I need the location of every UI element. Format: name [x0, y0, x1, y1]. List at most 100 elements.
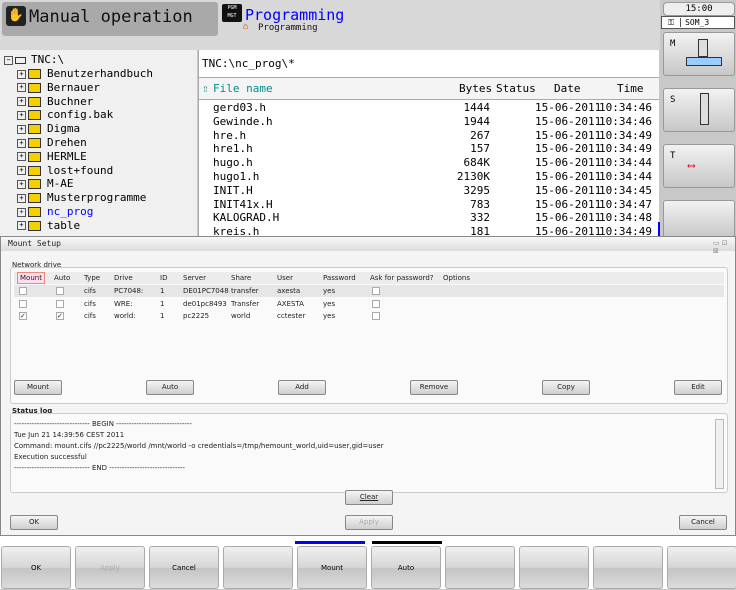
col-header[interactable]: Auto [54, 274, 70, 282]
apply-button[interactable]: Apply [345, 515, 393, 530]
file-cell: 783 [470, 197, 490, 211]
drive-row[interactable]: cifs PC7048: 1 DE01PC7048 transfer axesta yes [14, 285, 724, 297]
remove-button[interactable]: Remove [410, 380, 458, 395]
status-log-group: ------------------------------ BEGIN ---… [10, 413, 728, 493]
side-panel: 15:00 ⚿ SOM_3 M S T ⟷ [660, 0, 736, 238]
softkey-empty[interactable] [593, 546, 663, 589]
tool-change-icon: ⟷ [688, 159, 695, 172]
file-row[interactable]: hugo1.h 2130K 15-06-2011 10:34:44 [199, 170, 659, 184]
mount-checkbox[interactable]: ✓ [19, 312, 27, 320]
folder-icon [28, 69, 41, 79]
auto-button[interactable]: Auto [146, 380, 194, 395]
drive-cell: WRE: [114, 299, 133, 308]
drive-table-header: Mount Auto Type Drive ID Server Share User Passw… [14, 272, 724, 284]
col-header[interactable]: Type [84, 274, 100, 282]
cancel-button[interactable]: Cancel [679, 515, 727, 530]
col-header[interactable]: Ask for password? [370, 274, 434, 282]
tree-folder[interactable]: + Digma [17, 122, 80, 136]
softkey-cancel[interactable]: Cancel [149, 546, 219, 589]
file-cell: 10:34:44 [599, 170, 652, 183]
softkey-empty[interactable] [667, 546, 736, 589]
softkey-ok[interactable]: OK [1, 546, 71, 589]
mode-manual-operation[interactable]: ✋ Manual operation [2, 2, 218, 36]
tree-folder[interactable]: + config.bak [17, 108, 113, 122]
dialog-title: Mount Setup [1, 237, 735, 251]
ok-button[interactable]: OK [10, 515, 58, 530]
col-header[interactable]: Options [443, 274, 470, 282]
softkey-mount[interactable]: Mount [297, 546, 367, 589]
drive-row[interactable]: cifs WRE: 1 de01pc8493 Transfer AXESTA yes [14, 298, 724, 310]
col-header[interactable]: ID [160, 274, 167, 282]
drive-cell: PC7048: [114, 287, 144, 295]
folder-icon [28, 124, 41, 135]
col-time[interactable]: Time [617, 82, 644, 95]
mount-checkbox[interactable] [19, 299, 27, 308]
softkey-t[interactable]: T ⟷ [663, 144, 735, 188]
file-row[interactable]: hre1.h 157 15-06-2011 10:34:49 [199, 142, 659, 156]
sort-up-arrow-icon[interactable]: ⇧ [202, 82, 209, 95]
softkey-empty[interactable] [445, 546, 515, 589]
mount-setup-dialog: Mount Setup ▭ ⊡ ⊠ Network drive Mount Aut… [0, 236, 736, 536]
share-cell: world [231, 312, 251, 320]
col-header[interactable]: Mount [17, 272, 45, 284]
tree-folder[interactable]: + HERMLE [17, 150, 87, 164]
file-cell: 10:34:49 [599, 128, 652, 142]
ask-checkbox[interactable] [372, 299, 380, 308]
file-row[interactable]: KALOGRAD.H 332 15-06-2011 10:34:48 [199, 211, 659, 225]
file-cell: 15-06-2011 [535, 142, 602, 156]
auto-checkbox[interactable]: ✓ [56, 312, 64, 320]
add-button[interactable]: Add [278, 380, 326, 395]
softkey-empty[interactable] [663, 200, 735, 238]
drive-row[interactable]: ✓ ✓ cifs world: 1 pc2225 world cctester yes [14, 310, 724, 322]
auto-checkbox[interactable] [56, 299, 64, 308]
col-header[interactable]: Drive [114, 274, 133, 282]
mount-button[interactable]: Mount [14, 380, 62, 395]
id-cell: 1 [160, 312, 165, 320]
user-field[interactable]: ⚿ SOM_3 [661, 16, 735, 29]
mount-checkbox[interactable] [19, 287, 27, 295]
clear-button[interactable]: Clear [345, 490, 393, 505]
tree-folder[interactable]: + Benutzerhandbuch [17, 67, 153, 81]
col-header[interactable]: Share [231, 274, 251, 282]
tree-folder[interactable]: + lost+found [17, 164, 113, 178]
col-header[interactable]: Password [323, 274, 356, 282]
softkey-apply[interactable]: Apply [75, 546, 145, 589]
tree-root[interactable]: − TNC:\ [4, 53, 64, 67]
tree-folder[interactable]: + M-AE [17, 177, 74, 191]
file-row[interactable]: hugo.h 684K 15-06-2011 10:34:44 [199, 156, 659, 170]
tree-folder[interactable]: + Buchner [17, 95, 93, 109]
file-row[interactable]: Gewinde.h 1944 15-06-2011 10:34:46 [199, 115, 659, 129]
col-status[interactable]: Status [496, 82, 536, 95]
ask-checkbox[interactable] [372, 287, 380, 295]
softkey-empty[interactable] [519, 546, 589, 589]
file-row[interactable]: hre.h 267 15-06-2011 10:34:49 [199, 129, 659, 143]
tree-folder[interactable]: + nc_prog [17, 205, 93, 219]
file-row[interactable]: gerd03.h 1444 15-06-2011 10:34:46 [199, 101, 659, 115]
softkey-m[interactable]: M [663, 32, 735, 76]
copy-button[interactable]: Copy [542, 380, 590, 395]
log-line: Execution successful [14, 453, 87, 461]
softkey-auto[interactable]: Auto [371, 546, 441, 589]
softkey-s[interactable]: S [663, 88, 735, 132]
softkey-empty[interactable] [223, 546, 293, 589]
file-row[interactable]: INIT.H 3295 15-06-2011 10:34:45 [199, 184, 659, 198]
file-row[interactable]: INIT41x.H 783 15-06-2011 10:34:47 [199, 198, 659, 212]
auto-checkbox[interactable] [56, 287, 64, 295]
window-controls-icon[interactable]: ▭ ⊡ ⊠ [713, 239, 735, 255]
id-cell: 1 [160, 299, 165, 308]
col-date[interactable]: Date [554, 82, 581, 95]
tree-folder[interactable]: + Drehen [17, 136, 87, 150]
tree-folder[interactable]: + Bernauer [17, 81, 100, 95]
tree-folder[interactable]: + table [17, 219, 80, 233]
tree-folder[interactable]: + Musterprogramme [17, 191, 146, 205]
file-cell: 15-06-2011 [535, 170, 602, 183]
col-file-name[interactable]: File name [213, 82, 273, 95]
log-scrollbar[interactable] [715, 419, 724, 489]
ask-checkbox[interactable] [372, 312, 380, 320]
file-cell: 10:34:46 [599, 101, 652, 114]
col-header[interactable]: User [277, 274, 293, 282]
file-cell: 15-06-2011 [535, 114, 602, 128]
col-header[interactable]: Server [183, 274, 206, 282]
edit-button[interactable]: Edit [674, 380, 722, 395]
col-bytes[interactable]: Bytes [459, 82, 492, 95]
